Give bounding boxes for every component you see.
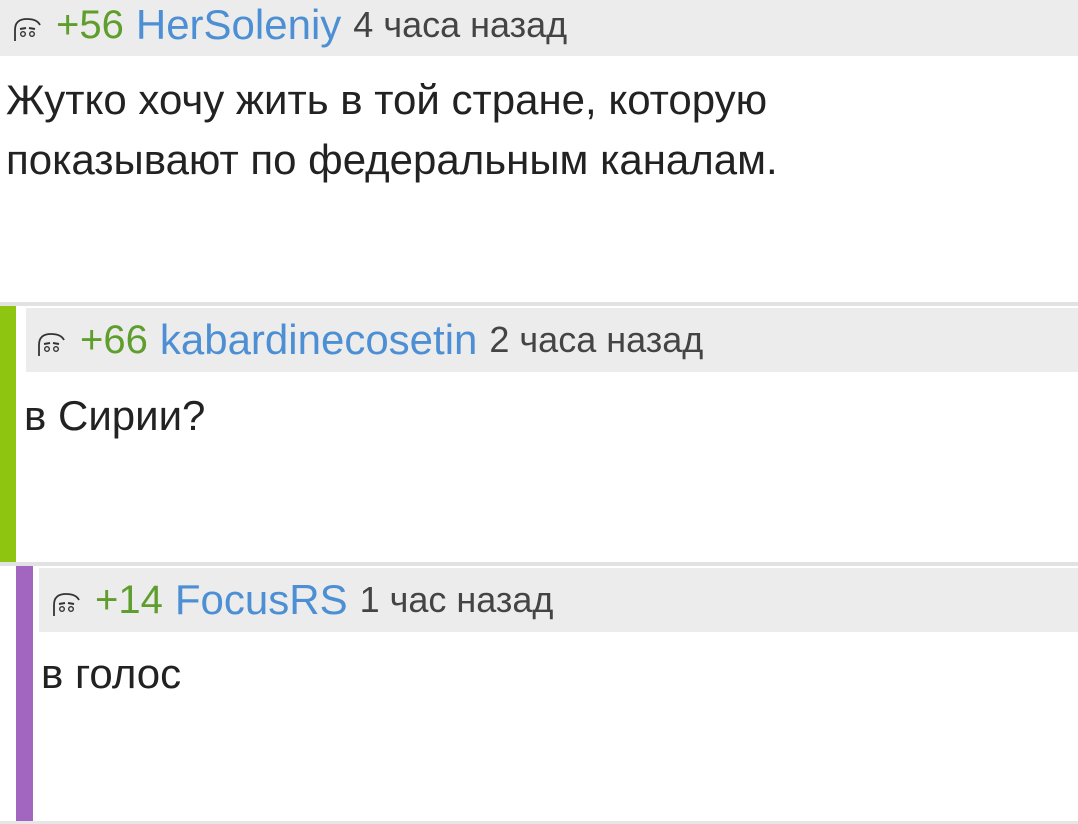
- comment-timestamp: 1 час назад: [359, 579, 554, 620]
- thread-indicator-bar: [16, 566, 33, 824]
- comment-header: +14 FocusRS 1 час назад: [39, 568, 1078, 632]
- face-avatar-icon[interactable]: [36, 331, 66, 357]
- comment-timestamp: 2 часа назад: [489, 319, 704, 360]
- comment-username[interactable]: FocusRS: [175, 576, 348, 624]
- comment-text-line: в голос: [41, 650, 182, 697]
- comment: +56 HerSoleniy 4 часа назад Жутко хочу ж…: [0, 0, 1078, 300]
- comment-reply: +14 FocusRS 1 час назад в голос: [0, 566, 1078, 824]
- face-avatar-icon[interactable]: [51, 591, 81, 617]
- comment-text-line: показывают по федеральным каналам.: [6, 136, 778, 183]
- thread-indicator-bar: [0, 306, 16, 562]
- comment-score: +14: [95, 577, 163, 622]
- comment-text-line: в Сирии?: [24, 392, 206, 439]
- comment-timestamp: 4 часа назад: [353, 4, 568, 45]
- comment-content: +66 kabardinecosetin 2 часа назад в Сири…: [16, 306, 1078, 562]
- face-avatar-icon[interactable]: [12, 16, 42, 42]
- comment-header: +66 kabardinecosetin 2 часа назад: [26, 308, 1078, 372]
- comment-text: в голос: [41, 644, 181, 704]
- comment-username[interactable]: HerSoleniy: [136, 1, 341, 49]
- comment-header: +56 HerSoleniy 4 часа назад: [0, 0, 1078, 56]
- comment-text-line: Жутко хочу жить в той стране, которую: [6, 76, 768, 123]
- comment-score: +66: [80, 317, 148, 362]
- comment-reply: +66 kabardinecosetin 2 часа назад в Сири…: [0, 306, 1078, 562]
- comment-username[interactable]: kabardinecosetin: [160, 316, 478, 364]
- comment-score: +56: [56, 2, 124, 47]
- comment-content: +14 FocusRS 1 час назад в голос: [33, 566, 1078, 824]
- comment-text: Жутко хочу жить в той стране, которую по…: [6, 70, 778, 190]
- comment-content: +56 HerSoleniy 4 часа назад Жутко хочу ж…: [0, 0, 1078, 300]
- comment-text: в Сирии?: [24, 386, 205, 446]
